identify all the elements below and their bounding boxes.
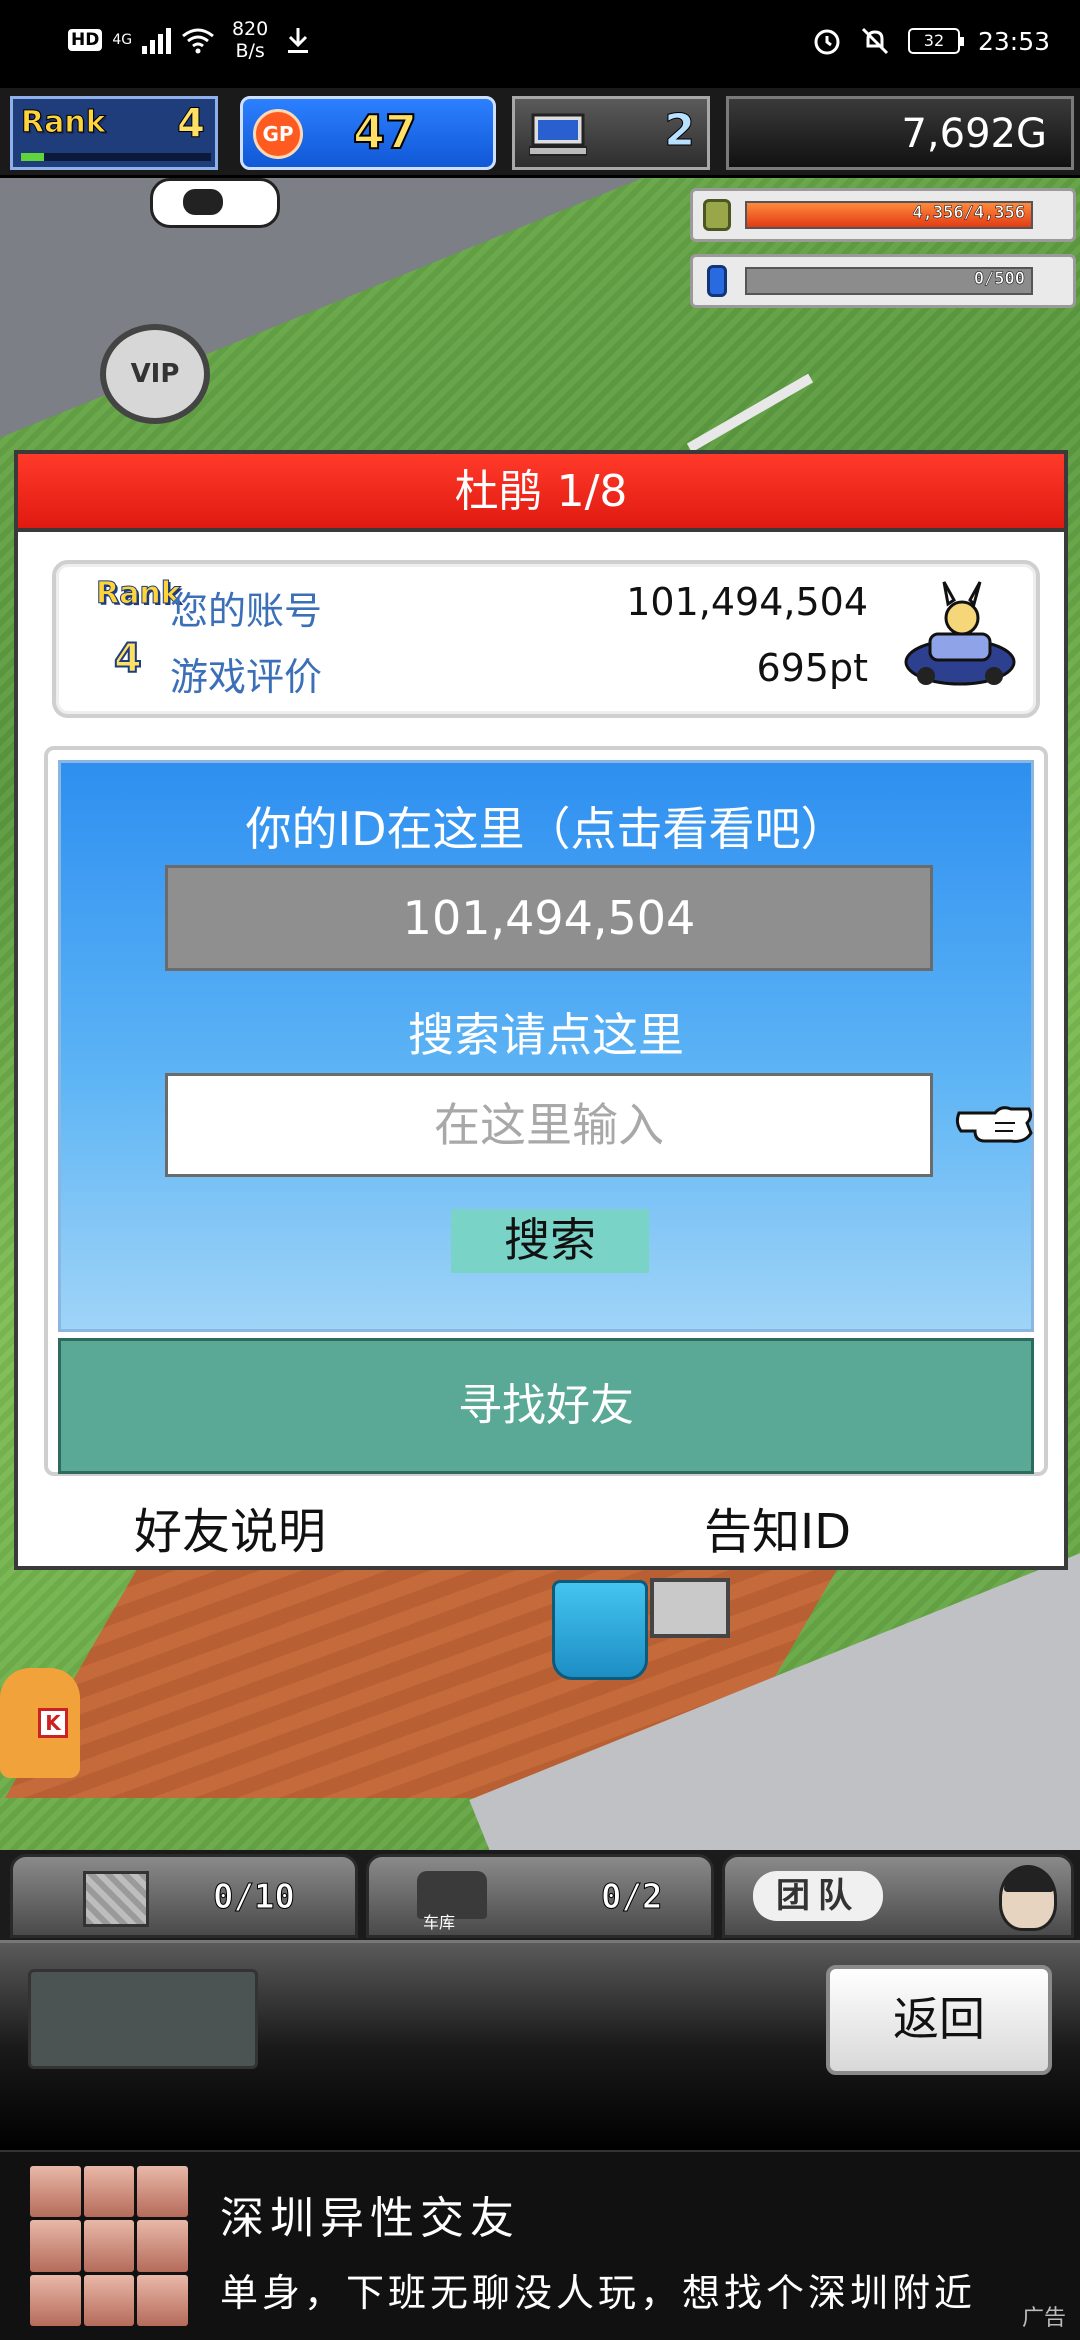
search-button[interactable]: 搜索: [451, 1209, 649, 1273]
garage-label: 车库: [423, 1913, 456, 1932]
rank-progress-fill: [21, 153, 44, 161]
cart-sprite: [650, 1578, 730, 1638]
download-icon: [288, 28, 309, 53]
friend-dialog: 杜鹃 1/8 Rank 4 您的账号 101,494,504 游戏评价 695p…: [14, 450, 1068, 1570]
ad-title: 深圳异性交友: [220, 2193, 520, 2244]
ad-thumbnail: [30, 2166, 188, 2326]
friend-help-link[interactable]: 好友说明: [134, 1492, 326, 1562]
find-friends-button[interactable]: 寻找好友: [58, 1338, 1034, 1474]
rank-logo: Rank: [21, 105, 107, 141]
battery-icon: 32: [907, 28, 964, 54]
fuel-text: 4,356/4,356: [912, 203, 1025, 224]
energy-meter: 0/500: [690, 254, 1076, 308]
trash-can-sprite: [552, 1580, 648, 1680]
status-left: HD 4G 820 B/s: [68, 18, 311, 62]
account-label: 您的账号: [170, 589, 323, 633]
rank-value: 4: [177, 101, 206, 148]
ad-banner[interactable]: 深圳异性交友 单身，下班无聊没人玩，想找个深圳附近 广告: [0, 2150, 1080, 2340]
friend-id-search-input[interactable]: 在这里输入: [165, 1073, 933, 1177]
id-search-panel: 你的ID在这里（点击看看吧） 101,494,504 搜索请点这里 在这里输入 …: [44, 746, 1048, 1476]
crate-icon: [83, 1871, 149, 1927]
team-avatar-icon: [999, 1865, 1057, 1931]
share-id-link[interactable]: 告知ID: [704, 1492, 851, 1562]
alarm-icon: [814, 29, 840, 55]
fuel-meter: 4,356/4,356: [690, 188, 1076, 242]
status-bar: HD 4G 820 B/s 32 23:53: [0, 0, 1080, 88]
team-label: 团队: [753, 1871, 883, 1921]
pointing-hand-icon: [955, 1106, 1033, 1143]
rank-value: 4: [113, 635, 143, 683]
gp-coin-icon: GP: [253, 109, 303, 159]
back-button[interactable]: 返回: [826, 1965, 1052, 2075]
dialog-title: 杜鹃 1/8: [18, 454, 1064, 532]
empty-slot[interactable]: [28, 1969, 258, 2069]
speed-unit: B/s: [235, 40, 265, 62]
wifi-icon: [182, 28, 215, 54]
avatar-car-icon: [904, 581, 1016, 686]
cow-sprite: [150, 178, 280, 228]
ad-badge: 广告: [1021, 2306, 1066, 2331]
gold-value: 7,692G: [901, 111, 1047, 157]
id-search-area: 你的ID在这里（点击看看吧） 101,494,504 搜索请点这里 在这里输入 …: [58, 760, 1034, 1332]
mascot-badge: K: [38, 1708, 68, 1738]
fuel-barrel-icon: [703, 199, 731, 231]
speed-value: 820: [231, 18, 269, 40]
garage-count: 0/2: [600, 1877, 663, 1918]
pc-panel[interactable]: 2: [512, 96, 710, 170]
gp-panel[interactable]: GP 47: [240, 96, 496, 170]
items-count: 0/10: [213, 1877, 296, 1918]
id-hint: 你的ID在这里（点击看看吧）: [245, 802, 847, 856]
bottom-tab-bar: 0/10 车库 0/2 团队: [0, 1850, 1080, 1940]
energy-bottle-icon: [707, 265, 727, 297]
account-value: 101,494,504: [626, 580, 868, 624]
gp-value: 47: [352, 104, 418, 160]
search-hint: 搜索请点这里: [408, 1008, 684, 1062]
road-marking: [686, 373, 814, 453]
top-hud: Rank 4 GP 47 2 7,692G: [0, 88, 1080, 178]
vip-icon[interactable]: VIP: [100, 324, 210, 424]
rating-value: 695pt: [756, 646, 868, 690]
signal-icon: [142, 26, 172, 54]
pc-value: 2: [664, 105, 696, 157]
gold-panel[interactable]: 7,692G: [726, 96, 1074, 170]
my-id-field[interactable]: 101,494,504: [165, 865, 933, 971]
rank-progress-bar: [21, 153, 211, 161]
action-bar: 返回: [0, 1940, 1080, 2150]
energy-text: 0/500: [973, 269, 1026, 290]
computer-icon: [529, 113, 587, 156]
mute-icon: [861, 27, 889, 55]
network-speed: 820 B/s: [225, 18, 275, 62]
rank-panel[interactable]: Rank 4: [10, 96, 218, 170]
status-right: 32 23:53: [812, 26, 1050, 56]
ad-text: 单身，下班无聊没人玩，想找个深圳附近: [220, 2271, 977, 2315]
account-info-box: Rank 4 您的账号 101,494,504 游戏评价 695pt: [52, 560, 1040, 718]
tab-garage[interactable]: 车库 0/2: [366, 1854, 714, 1938]
rating-label: 游戏评价: [170, 655, 323, 699]
hd-badge: HD: [68, 29, 103, 51]
clock: 23:53: [977, 26, 1050, 56]
tab-items[interactable]: 0/10: [10, 1854, 358, 1938]
rank-logo: Rank: [96, 576, 182, 612]
tab-team[interactable]: 团队: [722, 1854, 1074, 1938]
network-type: 4G: [112, 32, 133, 48]
